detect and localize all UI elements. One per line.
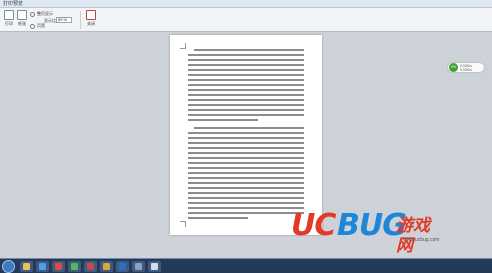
taskbar-app-settings[interactable] — [132, 261, 145, 272]
paragraph-line — [188, 132, 304, 134]
paragraph-line — [194, 49, 304, 51]
watermark-domain: www.ucbug.com — [403, 237, 440, 243]
title-bar: 打印预览 — [0, 0, 492, 8]
paragraph-line — [188, 202, 304, 204]
paragraph-line — [194, 127, 304, 129]
paragraph-line — [188, 94, 304, 96]
paragraph-line — [188, 207, 304, 209]
paragraph-line — [188, 119, 258, 121]
page-corner-mark — [180, 221, 186, 227]
paragraph-line — [188, 152, 304, 154]
paragraph-line — [188, 114, 304, 116]
taskbar-app-files[interactable] — [100, 261, 113, 272]
paragraph-line — [188, 64, 304, 66]
paragraph-line — [188, 192, 304, 194]
taskbar-app-editor[interactable] — [84, 261, 97, 272]
paragraph-line — [188, 162, 304, 164]
paragraph-line — [188, 74, 304, 76]
window-title: 打印预览 — [3, 1, 24, 7]
paragraph-line — [188, 54, 304, 56]
taskbar-app-media[interactable] — [52, 261, 65, 272]
preview-canvas[interactable] — [0, 32, 492, 235]
paper-icon — [17, 10, 27, 20]
watermark-uc: UC — [291, 208, 336, 243]
paragraph-line — [188, 69, 304, 71]
document-page — [170, 35, 322, 235]
paragraph-line — [188, 99, 304, 101]
paragraph-line — [188, 84, 304, 86]
taskbar-app-word[interactable] — [116, 261, 129, 272]
paragraph-line — [188, 197, 304, 199]
site-watermark: UC BUG 游戏网 www.ucbug.com — [291, 208, 441, 256]
paragraph-line — [188, 167, 304, 169]
system-tray[interactable] — [400, 260, 490, 273]
network-speed-widget[interactable]: 0% 0.00K/s 0.00K/s — [447, 62, 485, 73]
taskbar-app-explorer[interactable] — [20, 261, 33, 272]
paragraph-line — [188, 187, 304, 189]
paragraph-line — [188, 137, 304, 139]
page-corner-mark — [180, 43, 186, 49]
start-button[interactable] — [2, 260, 15, 273]
paper-button[interactable]: 纸张 — [15, 10, 29, 28]
paragraph-line — [188, 182, 304, 184]
close-icon — [86, 10, 96, 20]
paragraph-line — [188, 59, 304, 61]
zoom-input[interactable]: 59 % — [56, 17, 72, 23]
paragraph-line — [188, 142, 304, 144]
taskbar — [0, 258, 492, 273]
preview-toolbar: 打印 纸张 整页显示 显示比例 59 % 页宽 关闭 — [0, 8, 492, 32]
paragraph-line — [188, 79, 304, 81]
paragraph-line — [188, 109, 304, 111]
taskbar-app-wps[interactable] — [148, 261, 161, 272]
taskbar-app-chat[interactable] — [68, 261, 81, 272]
taskbar-app-browser[interactable] — [36, 261, 49, 272]
paragraph-line — [188, 89, 304, 91]
paragraph-line — [188, 147, 304, 149]
paragraph-line — [188, 217, 248, 219]
print-button[interactable]: 打印 — [2, 10, 16, 28]
toolbar-divider — [80, 11, 81, 29]
paragraph-line — [188, 172, 304, 174]
printer-icon — [4, 10, 14, 20]
paragraph-line — [188, 177, 304, 179]
fit-page-radio[interactable]: 整页显示 — [30, 11, 53, 17]
upload-speed: 0.00K/s — [460, 63, 472, 68]
watermark-cn: 游戏网 — [396, 216, 430, 256]
download-speed: 0.00K/s — [460, 67, 472, 72]
paragraph-line — [188, 157, 304, 159]
paragraph-line — [188, 212, 304, 214]
close-preview-button[interactable]: 关闭 — [84, 10, 98, 28]
page-width-radio[interactable]: 页宽 — [30, 23, 45, 29]
usage-percent-badge: 0% — [449, 63, 458, 72]
paragraph-line — [188, 104, 304, 106]
